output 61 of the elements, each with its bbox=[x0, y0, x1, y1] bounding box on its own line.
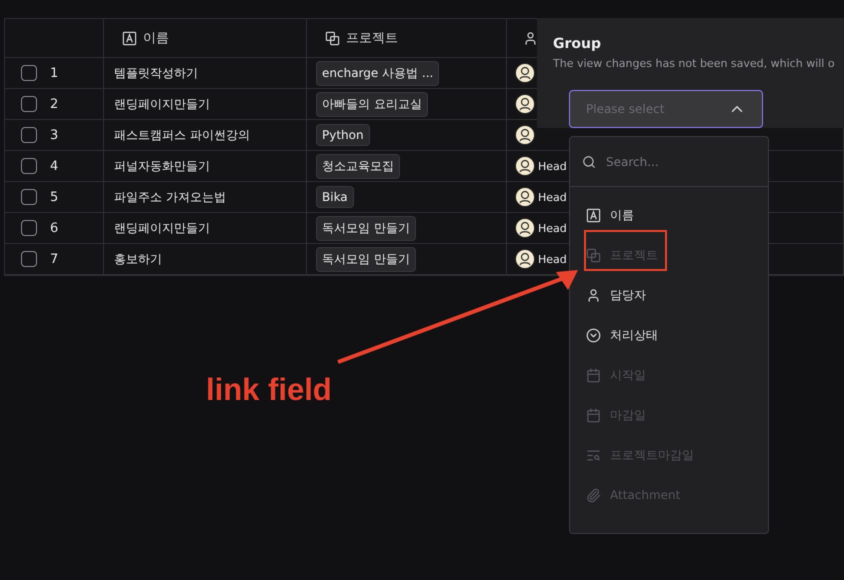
field-option[interactable]: 이름 bbox=[610, 206, 634, 224]
avatar-icon bbox=[515, 94, 535, 114]
row-number: 1 bbox=[50, 66, 58, 80]
panel-description: The view changes has not been saved, which will o bbox=[553, 57, 836, 70]
circle-chevron-icon bbox=[586, 328, 601, 342]
avatar-icon bbox=[515, 249, 535, 269]
row-checkbox[interactable] bbox=[21, 96, 37, 112]
assignee-name: Head bbox=[538, 190, 567, 204]
search-icon bbox=[582, 154, 596, 168]
search-input[interactable]: Search... bbox=[604, 154, 744, 170]
text-search-icon bbox=[586, 448, 601, 462]
row-checkbox[interactable] bbox=[21, 158, 37, 174]
table-cell: 템플릿작성하기 bbox=[114, 64, 198, 82]
table-cell: 홍보하기 bbox=[114, 250, 162, 268]
project-tag: 청소교육모집 bbox=[316, 154, 400, 178]
row-number: 4 bbox=[50, 158, 58, 174]
project-tag: encharge 사용법 ... bbox=[316, 60, 440, 86]
avatar-icon bbox=[515, 156, 535, 176]
overlapping-squares-icon bbox=[325, 30, 340, 46]
row-checkbox[interactable] bbox=[21, 251, 37, 267]
row-checkbox[interactable] bbox=[21, 65, 37, 81]
calendar-icon bbox=[586, 408, 601, 422]
field-option[interactable]: 담당자 bbox=[610, 286, 646, 304]
row-checkbox[interactable] bbox=[21, 220, 37, 236]
avatar-icon bbox=[515, 187, 535, 207]
annotation-label: link field bbox=[206, 372, 332, 408]
search-field[interactable]: Search... bbox=[570, 137, 768, 187]
overlapping-squares-icon bbox=[586, 248, 601, 262]
panel-title: Group bbox=[553, 36, 602, 52]
table-cell: 퍼널자동화만들기 bbox=[114, 158, 210, 174]
column-header: 프로젝트 bbox=[346, 30, 398, 47]
table-cell: 랜딩페이지만들기 bbox=[114, 96, 210, 112]
assignee-name: Head bbox=[538, 222, 567, 234]
avatar-icon bbox=[515, 218, 535, 238]
row-number: 5 bbox=[50, 190, 58, 204]
column-header: 이름 bbox=[143, 30, 169, 47]
project-tag: 독서모임 만들기 bbox=[316, 246, 416, 272]
project-tag: 아빠들의 요리교실 bbox=[316, 92, 428, 116]
row-number: 6 bbox=[50, 220, 58, 236]
project-tag: Python bbox=[316, 124, 370, 146]
table-cell: 파일주소 가져오는법 bbox=[114, 188, 226, 206]
row-checkbox[interactable] bbox=[21, 189, 37, 205]
text-field-icon bbox=[122, 30, 137, 46]
avatar-icon bbox=[515, 125, 535, 145]
assignee-name: Head bbox=[538, 160, 567, 172]
person-icon bbox=[586, 288, 601, 302]
paperclip-icon bbox=[586, 488, 601, 502]
avatar-icon bbox=[515, 63, 535, 83]
field-option[interactable]: 처리상태 bbox=[610, 326, 658, 344]
row-number: 2 bbox=[50, 96, 58, 112]
text-field-icon bbox=[586, 208, 601, 222]
calendar-icon bbox=[586, 368, 601, 382]
row-number: 3 bbox=[50, 128, 58, 142]
project-tag: 독서모임 만들기 bbox=[316, 216, 416, 240]
table-cell: 패스트캠퍼스 파이썬강의 bbox=[114, 126, 250, 144]
table-cell: 랜딩페이지만들기 bbox=[114, 220, 210, 236]
row-checkbox[interactable] bbox=[21, 127, 37, 143]
person-icon bbox=[523, 30, 538, 46]
project-tag: Bika bbox=[316, 186, 354, 208]
assignee-name: Head bbox=[538, 252, 567, 266]
row-number: 7 bbox=[50, 252, 58, 266]
